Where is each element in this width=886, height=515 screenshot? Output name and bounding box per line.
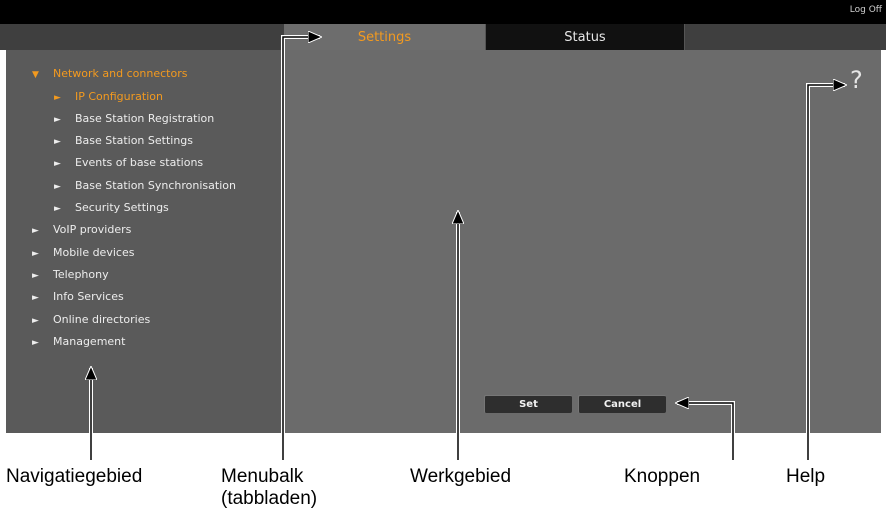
- caption-help: Help: [786, 466, 826, 487]
- caption-menubar: Menubalk (tabbladen): [221, 466, 317, 510]
- caption-menubar-line1: Menubalk: [221, 466, 304, 487]
- arrow-buttons: [677, 403, 735, 460]
- caption-workarea: Werkgebied: [410, 466, 512, 487]
- arrow-menubar: [281, 37, 320, 460]
- caption-menubar-line2: (tabbladen): [221, 488, 318, 509]
- annotation-arrows: [0, 0, 886, 460]
- arrow-help: [806, 85, 845, 460]
- caption-navigation: Navigatiegebied: [6, 466, 143, 487]
- caption-buttons: Knoppen: [624, 466, 701, 487]
